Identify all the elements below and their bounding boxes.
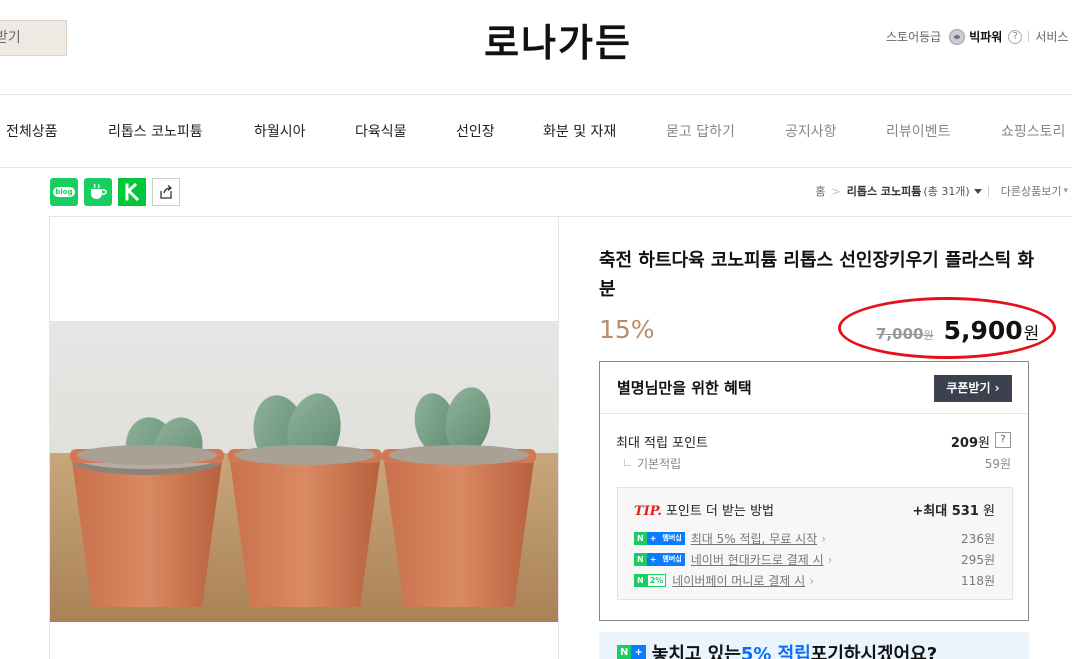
tip-membership-link[interactable]: N + 멤버십 최대 5% 적립, 무료 시작 › [634, 530, 826, 547]
breadcrumb-count: (총 31개) [923, 185, 970, 198]
tip-naverpay-money-link[interactable]: N 2% 네이버페이 머니로 결제 시 › [634, 572, 814, 589]
benefit-panel: 별명님만을 위한 혜택 쿠폰받기 › 최대 적립 포인트 209원 ? 기본적립… [599, 361, 1029, 621]
naver-plus-membership-badge-icon: N + 멤버십 [634, 532, 685, 545]
max-points-value: 209 [950, 436, 979, 451]
nav-item-cactus[interactable]: 선인장 [456, 121, 495, 141]
promo-text: N + 놓치고 있는 5% 적립 포기하시겠어요? [617, 640, 937, 659]
points-tip-box: TIP. 포인트 더 받는 방법 +최대 531 원 N + 멤버십 최대 5% 적립… [617, 487, 1013, 600]
promo-pre: 놓치고 있는 [651, 644, 741, 659]
cafe-share-button[interactable] [84, 178, 112, 206]
chevron-right-icon: › [809, 573, 814, 588]
help-icon[interactable]: ? [1008, 29, 1023, 44]
max-points-value-area: 209원 [951, 432, 990, 451]
points-help-icon[interactable]: ? [995, 432, 1011, 448]
divider [1028, 31, 1030, 42]
tip-text: 최대 5% 적립, 무료 시작 [690, 532, 818, 546]
discount-rate: 15% [599, 315, 655, 344]
nav-item-review-event[interactable]: 리뷰이벤트 [886, 121, 950, 141]
tip-label: TIP. [634, 504, 662, 519]
tip-hyundai-card-link[interactable]: N + 멤버십 네이버 현대카드로 결제 시 › [634, 551, 832, 568]
product-photo[interactable] [50, 321, 558, 622]
tip-amount: 236원 [961, 532, 995, 546]
basic-points-row: 기본적립 [624, 455, 681, 472]
tip-title: 포인트 더 받는 방법 [665, 504, 774, 519]
store-grade-label: 스토어등급 [886, 30, 942, 44]
divider [987, 185, 989, 197]
breadcrumb-separator-icon: > [831, 184, 841, 198]
blog-icon: blog [53, 187, 75, 197]
promo-highlight: 5% 적립 [740, 644, 811, 659]
succulent-pots-image [50, 321, 558, 622]
promo-post: 포기하시겠어요? [810, 644, 938, 659]
naver-plus-badge-icon: N + [617, 645, 646, 659]
nav-item-all[interactable]: 전체상품 [6, 121, 58, 141]
tree-corner-icon [624, 459, 631, 466]
nav-item-qna[interactable]: 묻고 답하기 [666, 121, 735, 141]
membership-promo-banner[interactable]: N + 놓치고 있는 5% 적립 포기하시겠어요? [599, 632, 1029, 659]
tip-max-unit: 원 [978, 504, 995, 519]
chevron-right-icon: › [827, 552, 833, 567]
tip-text: 네이버 현대카드로 결제 시 [690, 553, 824, 567]
grade-medal-icon [949, 28, 966, 45]
breadcrumb: 홈 > 리톱스 코노피튬 (총 31개) 다른상품보기 ▾ [815, 183, 1068, 199]
max-points-unit: 원 [978, 436, 990, 451]
store-header: 받기 로나가든 스토어등급 빅파워 ? 서비스 [0, 0, 1072, 95]
membership-badge-text: 멤버십 [659, 553, 685, 566]
nav-item-shopping-story[interactable]: 쇼핑스토리 [1001, 121, 1065, 141]
nav-item-lithops[interactable]: 리톱스 코노피튬 [108, 121, 203, 141]
caret-down-icon[interactable] [973, 188, 982, 194]
coupon-button[interactable]: 쿠폰받기 › [934, 375, 1012, 402]
category-nav: 전체상품 리톱스 코노피튬 하월시아 다육식물 선인장 화분 및 자재 묻고 답… [0, 95, 1072, 168]
tip-heading: TIP. 포인트 더 받는 방법 [634, 500, 774, 519]
nav-item-haworthia[interactable]: 하월시아 [254, 121, 306, 141]
naver-k-icon [124, 182, 140, 202]
tip-max-value: 531 [951, 504, 979, 519]
tip-text: 네이버페이 머니로 결제 시 [672, 574, 806, 588]
store-grade-area: 스토어등급 빅파워 ? 서비스 [886, 28, 1068, 45]
cafe-cup-icon [91, 183, 107, 199]
naver-plus-membership-badge-icon: N + 멤버십 [634, 553, 685, 566]
max-points-label: 최대 적립 포인트 [616, 436, 708, 451]
percent-badge-text: 2% [646, 574, 667, 587]
price-highlight-annotation [838, 297, 1056, 359]
other-products-link[interactable]: 다른상품보기 [1001, 183, 1062, 199]
share-toolbar: blog [50, 178, 180, 206]
nav-item-notice[interactable]: 공지사항 [785, 121, 837, 141]
nav-item-pots[interactable]: 화분 및 자재 [543, 121, 616, 141]
membership-badge-text: 멤버십 [659, 532, 685, 545]
share-icon [160, 185, 173, 199]
basic-points-value: 59원 [984, 457, 1011, 471]
other-products-caret-icon[interactable]: ▾ [1063, 186, 1068, 196]
naver-share-button[interactable] [118, 178, 146, 206]
tip-max-prefix: +최대 [912, 504, 948, 519]
breadcrumb-category[interactable]: 리톱스 코노피튬 [847, 183, 922, 199]
service-link[interactable]: 서비스 [1035, 28, 1068, 45]
share-button[interactable] [152, 178, 180, 206]
tip-amount: 295원 [961, 553, 995, 567]
tip-amount: 118원 [961, 574, 995, 588]
store-grade-name: 빅파워 [969, 30, 1003, 44]
naver-pay-badge-icon: N 2% [634, 574, 667, 587]
basic-points-label: 기본적립 [637, 457, 682, 471]
chevron-right-icon: › [821, 531, 826, 546]
breadcrumb-home[interactable]: 홈 [815, 183, 825, 199]
nav-item-succulent[interactable]: 다육식물 [355, 121, 407, 141]
blog-share-button[interactable]: blog [50, 178, 78, 206]
tip-max-points: +최대 531 원 [912, 500, 995, 519]
benefit-header: 별명님만을 위한 혜택 쿠폰받기 › [600, 362, 1028, 414]
benefit-title: 별명님만을 위한 혜택 [617, 379, 752, 397]
product-title: 축전 하트다육 코노피튬 리톱스 선인장키우기 플라스틱 화분 [599, 250, 1035, 300]
